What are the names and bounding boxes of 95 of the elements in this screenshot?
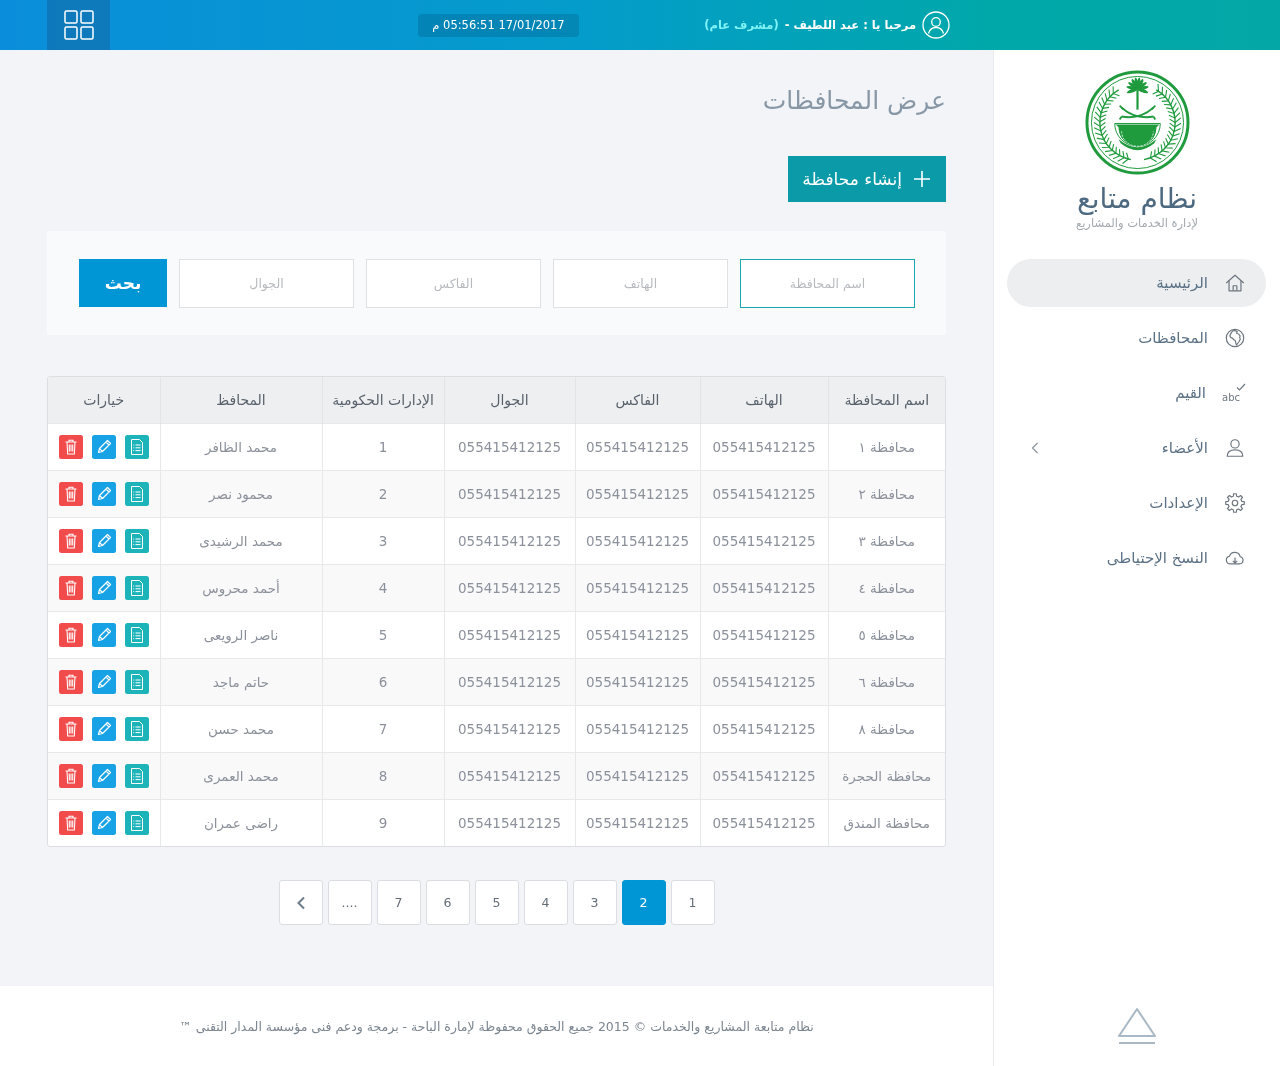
column-header: الجوال — [444, 377, 575, 424]
gear-icon — [1224, 492, 1246, 514]
table-cell: 6 — [322, 658, 444, 706]
page-title: عرض المحافظات — [762, 86, 946, 116]
column-header: المحافظ — [160, 377, 322, 424]
document-icon[interactable] — [124, 482, 149, 506]
table-cell: 055415412125 — [444, 470, 575, 518]
page-button[interactable]: 1 — [670, 880, 715, 925]
column-header: الفاكس — [575, 377, 700, 424]
page-button[interactable]: 3 — [572, 880, 617, 925]
triangle-icon[interactable] — [1116, 1006, 1158, 1046]
next-page-button[interactable] — [278, 880, 323, 925]
table-cell: 055415412125 — [444, 564, 575, 612]
plus-icon — [913, 170, 931, 188]
search-field[interactable]: اسم المحافظة — [740, 259, 915, 308]
table-cell: راضى عمران — [160, 799, 322, 846]
table-cell: حاتم ماجد — [160, 658, 322, 706]
user-role: (مشرف عام) — [704, 18, 779, 32]
table-cell: 055415412125 — [700, 658, 828, 706]
search-button[interactable]: بحث — [79, 259, 167, 307]
table-cell: محافظة المندق — [828, 799, 945, 846]
page-button[interactable]: 5 — [474, 880, 519, 925]
table-cell: 4 — [322, 564, 444, 612]
pencil-icon[interactable] — [91, 482, 116, 506]
table-cell: محافظة الحجرة — [828, 752, 945, 800]
table-cell: محافظة ٦ — [828, 658, 945, 706]
document-icon[interactable] — [124, 811, 149, 835]
pencil-icon[interactable] — [91, 576, 116, 600]
trash-icon[interactable] — [58, 435, 83, 459]
table-cell: أحمد محروس — [160, 564, 322, 612]
table-cell: 055415412125 — [444, 752, 575, 800]
table-cell: 8 — [322, 752, 444, 800]
table-cell: 055415412125 — [700, 799, 828, 846]
table-cell: 055415412125 — [444, 799, 575, 846]
page-button[interactable]: 4 — [523, 880, 568, 925]
page-button[interactable]: 2 — [621, 880, 666, 925]
user-icon — [1224, 437, 1246, 459]
pencil-icon[interactable] — [91, 811, 116, 835]
trash-icon[interactable] — [58, 623, 83, 647]
page-button[interactable]: .... — [327, 880, 372, 925]
apps-button[interactable] — [47, 0, 110, 50]
nav-item[interactable]: الرئيسية — [1007, 259, 1266, 307]
document-icon[interactable] — [124, 717, 149, 741]
document-icon[interactable] — [124, 435, 149, 459]
user-icon — [922, 11, 950, 39]
table-cell: محمود نصر — [160, 470, 322, 518]
app-title: نظام متابع — [1076, 182, 1198, 216]
greeting-text: مرحبا يا : عبد اللطيف - — [784, 18, 916, 32]
pencil-icon[interactable] — [91, 623, 116, 647]
column-header: الإدارات الحكومية — [322, 377, 444, 424]
table-cell: 9 — [322, 799, 444, 846]
document-icon[interactable] — [124, 529, 149, 553]
chevron-left-icon — [295, 895, 306, 910]
page-button[interactable]: 6 — [425, 880, 470, 925]
pencil-icon[interactable] — [91, 764, 116, 788]
table-cell: 055415412125 — [575, 470, 700, 518]
trash-icon[interactable] — [58, 529, 83, 553]
trash-icon[interactable] — [58, 576, 83, 600]
trash-icon[interactable] — [58, 670, 83, 694]
app-subtitle: لإدارة الخدمات والمشاريع — [1076, 216, 1198, 231]
document-icon[interactable] — [124, 670, 149, 694]
table-cell: 2 — [322, 470, 444, 518]
globe-icon — [1224, 327, 1246, 349]
document-icon[interactable] — [124, 623, 149, 647]
table-cell: محمد العمرى — [160, 752, 322, 800]
pencil-icon[interactable] — [91, 670, 116, 694]
column-header: الهاتف — [700, 377, 828, 424]
trash-icon[interactable] — [58, 764, 83, 788]
table-cell: 055415412125 — [700, 564, 828, 612]
table-cell: محافظة ٤ — [828, 564, 945, 612]
home-icon — [1224, 272, 1246, 294]
table-cell: 055415412125 — [700, 470, 828, 518]
date-time: 17/01/2017 05:56:51 م — [418, 13, 579, 37]
pencil-icon[interactable] — [91, 435, 116, 459]
document-icon[interactable] — [124, 576, 149, 600]
table-cell: 055415412125 — [575, 799, 700, 846]
table-cell: 055415412125 — [444, 658, 575, 706]
pencil-icon[interactable] — [91, 529, 116, 553]
table-cell: 055415412125 — [700, 752, 828, 800]
table-cell: 055415412125 — [575, 658, 700, 706]
table-cell: محافظة ٢ — [828, 470, 945, 518]
page-button[interactable]: 7 — [376, 880, 421, 925]
copyright-text: نظام متابعة المشاريع والخدمات © 2015 جميع الحقوق محفوظة لإمارة الباحة - برمجة ودعم فنى مؤسسة المدار التقنى ™ — [179, 1018, 814, 1034]
trash-icon[interactable] — [58, 811, 83, 835]
pencil-icon[interactable] — [91, 717, 116, 741]
table-cell: 055415412125 — [575, 752, 700, 800]
column-header: اسم المحافظة — [828, 377, 945, 424]
trash-icon[interactable] — [58, 482, 83, 506]
grid-icon — [63, 10, 94, 40]
document-icon[interactable] — [124, 764, 149, 788]
trash-icon[interactable] — [58, 717, 83, 741]
create-button[interactable]: إنشاء محافظة — [788, 156, 946, 202]
table-cell: 055415412125 — [575, 564, 700, 612]
column-header: خيارات — [48, 377, 160, 424]
emblem-icon — [1084, 70, 1190, 175]
